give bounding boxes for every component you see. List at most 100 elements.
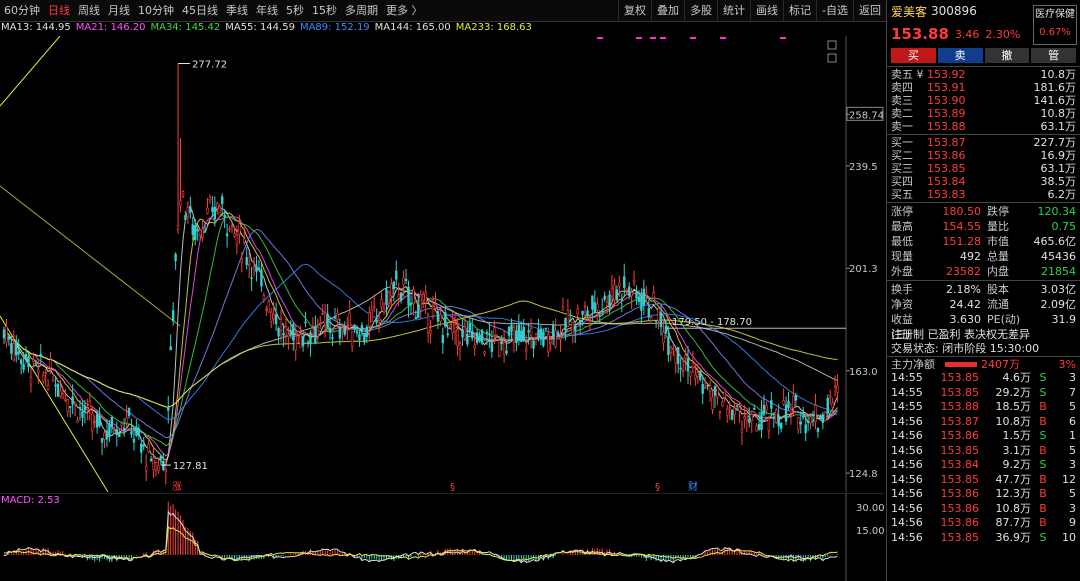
- manage-button[interactable]: 管: [1031, 48, 1076, 63]
- candle-body: [159, 455, 163, 460]
- tick-side: B: [1039, 443, 1047, 457]
- tick-volume: 4.6万: [1002, 371, 1032, 384]
- tick-volume: 10.8万: [995, 501, 1032, 515]
- candle-body: [534, 333, 538, 338]
- candle-body: [64, 398, 67, 401]
- candle-body: [71, 396, 74, 405]
- candle-body: [596, 303, 599, 311]
- tool-复权[interactable]: 复权: [618, 0, 651, 21]
- tool-统计[interactable]: 统计: [717, 0, 750, 21]
- candle-body: [593, 302, 597, 314]
- ask-row: 卖四 153.91 181.6万: [891, 81, 1076, 94]
- candle-body: [2, 329, 6, 339]
- candle-body: [37, 369, 40, 373]
- candle-body: [478, 335, 481, 342]
- candle-body: [113, 430, 116, 434]
- ask-price: 153.89: [927, 107, 966, 120]
- candle-body: [338, 327, 342, 339]
- candle-body: [27, 356, 30, 368]
- event-marker: 财: [688, 480, 698, 492]
- event-marker: 涨: [172, 481, 182, 492]
- macd-chart[interactable]: 30.00 15.00: [0, 493, 884, 581]
- tick-row: 14:56 153.87 10.8万 B 6: [891, 415, 1076, 430]
- tool-画线[interactable]: 画线: [750, 0, 783, 21]
- tab-10分钟[interactable]: 10分钟: [134, 0, 178, 21]
- candle-body: [806, 421, 810, 423]
- candle-body: [824, 411, 827, 421]
- candle-body: [78, 406, 82, 409]
- tab-年线[interactable]: 年线: [252, 0, 282, 21]
- trading-status: 交易状态: 闭市阶段 15:30:00: [891, 342, 1040, 355]
- tab-更多 〉[interactable]: 更多 〉: [382, 0, 427, 21]
- registration-info: 注册制 已盈利 表决权无差异: [891, 328, 1030, 341]
- candle-body: [132, 438, 136, 443]
- candle-body: [537, 329, 540, 338]
- candle-body: [358, 334, 361, 340]
- buy-button[interactable]: 买: [891, 48, 936, 63]
- tab-5秒[interactable]: 5秒: [282, 0, 308, 21]
- candle-body: [422, 294, 425, 301]
- candle-body: [404, 278, 408, 282]
- tab-45日线[interactable]: 45日线: [178, 0, 222, 21]
- candle-body: [662, 331, 665, 343]
- tick-count: 3: [1069, 501, 1076, 515]
- high-label: 277.72: [192, 60, 227, 71]
- moving-average-line: [3, 212, 838, 461]
- tick-count: 6: [1069, 414, 1076, 428]
- tool-多股[interactable]: 多股: [684, 0, 717, 21]
- tool-标记[interactable]: 标记: [783, 0, 816, 21]
- ask-row: 卖三 153.90 141.6万: [891, 94, 1076, 107]
- bid-row: 买三 153.85 63.1万: [891, 162, 1076, 175]
- candle-body: [718, 411, 722, 414]
- candle-body: [564, 318, 567, 331]
- tick-side: S: [1039, 530, 1047, 544]
- candle-body: [267, 300, 270, 313]
- candle-body: [559, 337, 562, 340]
- candle-body: [137, 428, 141, 436]
- tick-price: 153.85: [940, 443, 980, 457]
- tool--自选[interactable]: -自选: [816, 0, 853, 21]
- signal-marker: [780, 37, 786, 39]
- stat-key: 股本: [987, 283, 1009, 296]
- event-marker: §: [450, 482, 455, 492]
- candle-body: [620, 298, 624, 301]
- flow-pct: 3%: [1058, 357, 1076, 371]
- candle-body: [789, 409, 793, 414]
- candle-body: [309, 332, 312, 345]
- stat-row: 外盘 23582 内盘 21854: [891, 264, 1076, 279]
- candle-body: [831, 402, 834, 408]
- candle-body: [828, 395, 832, 398]
- candle-body: [591, 295, 594, 310]
- tick-price: 153.86: [940, 516, 980, 529]
- tab-15秒[interactable]: 15秒: [308, 0, 341, 21]
- candle-body: [498, 340, 501, 357]
- tick-list[interactable]: 14:55 153.85 4.6万 S 3 14:55 153.85 29.2万 S 7 14:55…: [887, 371, 1080, 545]
- cancel-order-button[interactable]: 撤: [984, 48, 1030, 63]
- candle-body: [630, 292, 633, 297]
- tab-周线[interactable]: 周线: [74, 0, 104, 21]
- candle-body: [250, 277, 253, 280]
- tab-日线[interactable]: 日线: [44, 0, 74, 21]
- candle-body: [556, 332, 560, 336]
- candle-body: [547, 333, 550, 353]
- candle-body: [483, 351, 486, 355]
- tool-返回[interactable]: 返回: [853, 0, 886, 21]
- tab-季线[interactable]: 季线: [222, 0, 252, 21]
- candle-body: [782, 400, 785, 405]
- sell-button[interactable]: 卖: [937, 48, 983, 63]
- candle-body: [12, 342, 16, 361]
- tick-price: 153.85: [940, 385, 980, 399]
- stat-value: 2.09亿: [1040, 298, 1077, 311]
- sector-tag[interactable]: 医疗保健 0.67%: [1033, 5, 1077, 45]
- candle-body: [502, 342, 506, 355]
- tab-多周期[interactable]: 多周期: [341, 0, 382, 21]
- tool-叠加[interactable]: 叠加: [651, 0, 684, 21]
- candle-body: [203, 230, 207, 233]
- candle-body: [424, 292, 427, 304]
- tab-月线[interactable]: 月线: [104, 0, 134, 21]
- tab-60分钟[interactable]: 60分钟: [0, 0, 44, 21]
- tick-volume: 18.5万: [995, 400, 1032, 413]
- candlestick-chart[interactable]: 258.74239.5201.3163.0124.8179.50 - 178.7…: [0, 36, 884, 492]
- candle-body: [108, 424, 111, 437]
- tick-row: 14:56 153.84 9.2万 S 3: [891, 458, 1076, 473]
